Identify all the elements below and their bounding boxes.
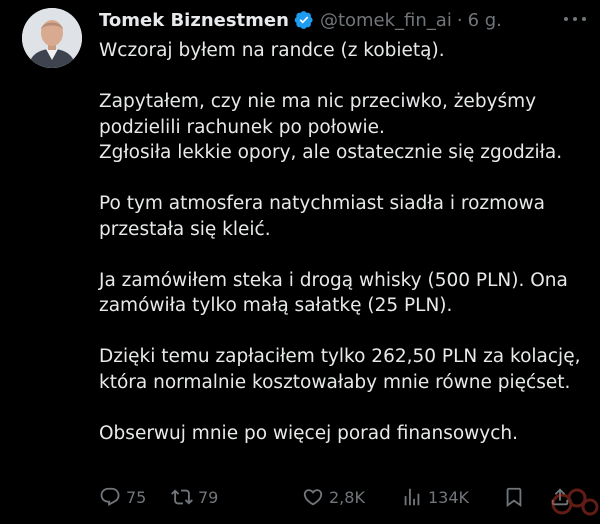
more-icon[interactable] bbox=[564, 10, 586, 28]
action-bar: 75 79 2,8K 134K bbox=[99, 482, 582, 512]
text-line: Wczoraj byłem na randce (z kobietą). bbox=[99, 40, 445, 61]
paragraph: Dzięki temu zapłaciłem tylko 262,50 PLN … bbox=[99, 344, 589, 395]
bookmark-icon bbox=[506, 487, 522, 508]
paragraph: Ja zamówiłem steka i drogą whisky (500 P… bbox=[99, 268, 589, 319]
reply-count: 75 bbox=[126, 487, 147, 507]
text-line: Po tym atmosfera natychmiast siadła i ro… bbox=[99, 193, 545, 214]
text-line: Dzięki temu zapłaciłem tylko 262,50 PLN … bbox=[99, 346, 581, 367]
like-button[interactable]: 2,8K bbox=[302, 486, 365, 508]
text-line: podzielili rachunek po połowie. bbox=[99, 116, 385, 138]
text-line: Zgłosiła lekkie opory, ale ostatecznie s… bbox=[99, 142, 563, 163]
text-line: która normalnie kosztowałaby mnie równe … bbox=[99, 371, 571, 393]
avatar-image bbox=[22, 8, 82, 68]
paragraph: Po tym atmosfera natychmiast siadła i ro… bbox=[99, 191, 589, 242]
views-count: 134K bbox=[428, 487, 470, 507]
tweet-header: Tomek Biznestmen @tomek_fin_ai · 6 g. bbox=[99, 6, 588, 34]
tweet-text: Wczoraj byłem na randce (z kobietą). Zap… bbox=[99, 38, 589, 472]
heart-icon bbox=[303, 489, 323, 506]
views-icon bbox=[404, 488, 420, 506]
like-count: 2,8K bbox=[329, 487, 365, 507]
tweet-timestamp[interactable]: 6 g. bbox=[468, 10, 502, 31]
site-logo-watermark bbox=[546, 482, 600, 520]
avatar[interactable] bbox=[22, 8, 82, 68]
retweet-icon bbox=[171, 489, 193, 505]
paragraph: Zapytałem, czy nie ma nic przeciwko, żeb… bbox=[99, 89, 589, 166]
text-line: zamówiła tylko małą sałatkę (25 PLN). bbox=[99, 295, 453, 316]
paragraph: Wczoraj byłem na randce (z kobietą). bbox=[99, 38, 589, 64]
text-line: Zapytałem, czy nie ma nic przeciwko, żeb… bbox=[99, 91, 537, 112]
retweet-button[interactable]: 79 bbox=[171, 486, 218, 508]
author-handle[interactable]: @tomek_fin_ai bbox=[320, 10, 452, 31]
retweet-count: 79 bbox=[198, 487, 219, 507]
text-line: przestała się kleić. bbox=[99, 218, 271, 240]
views-button[interactable]: 134K bbox=[401, 486, 469, 508]
bookmark-button[interactable] bbox=[503, 486, 525, 508]
paragraph: Obserwuj mnie po więcej porad finansowyc… bbox=[99, 421, 589, 447]
reply-icon bbox=[100, 487, 120, 506]
text-line: Ja zamówiłem steka i drogą whisky (500 P… bbox=[99, 269, 568, 291]
reply-button[interactable]: 75 bbox=[99, 486, 146, 508]
verified-badge-icon bbox=[294, 10, 314, 30]
header-separator: · bbox=[456, 9, 463, 31]
text-line: Obserwuj mnie po więcej porad finansowyc… bbox=[99, 422, 519, 444]
author-name[interactable]: Tomek Biznestmen bbox=[99, 10, 289, 31]
